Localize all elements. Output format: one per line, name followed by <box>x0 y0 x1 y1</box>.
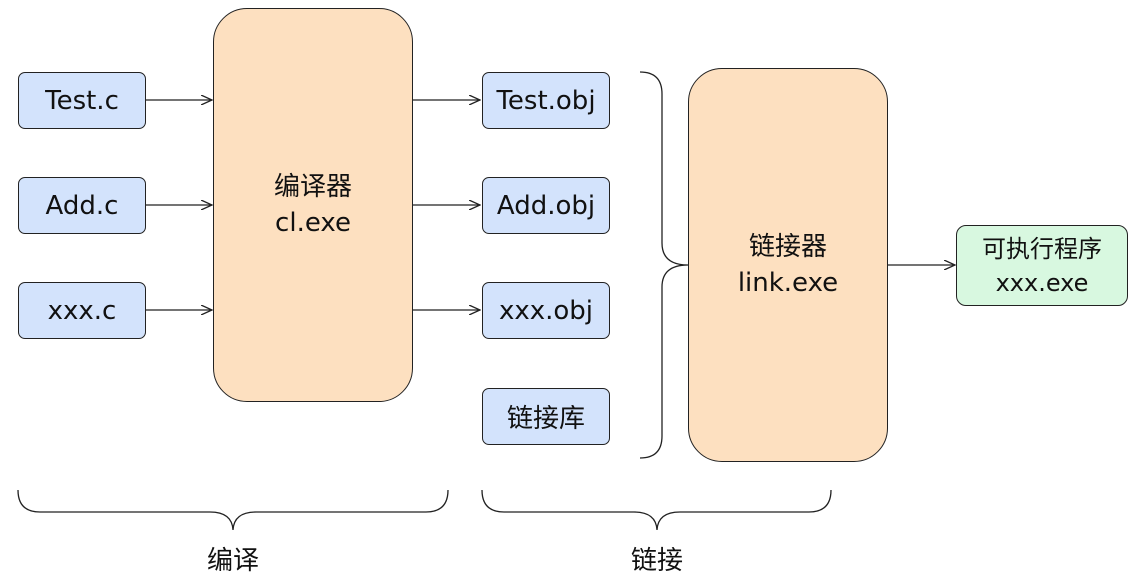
compiler-box: 编译器 cl.exe <box>213 8 413 402</box>
source-file-xxx-c: xxx.c <box>18 282 146 339</box>
linker-box: 链接器 link.exe <box>688 68 888 462</box>
compiler-name: 编译器 <box>273 172 352 202</box>
executable-output-box: 可执行程序 xxx.exe <box>956 225 1128 306</box>
source-file-label: Add.c <box>45 190 119 221</box>
link-library-box: 链接库 <box>482 388 610 445</box>
executable-exe: xxx.exe <box>995 268 1089 297</box>
source-file-label: xxx.c <box>47 295 117 326</box>
inputs-brace <box>639 71 689 459</box>
object-file-test-obj: Test.obj <box>482 72 610 129</box>
source-file-label: Test.c <box>45 85 119 116</box>
compile-stage-brace <box>17 489 449 531</box>
compile-stage-label: 编译 <box>206 546 259 576</box>
object-file-label: Add.obj <box>496 190 596 221</box>
link-stage-label: 链接 <box>630 546 683 576</box>
source-file-add-c: Add.c <box>18 177 146 234</box>
object-file-add-obj: Add.obj <box>482 177 610 234</box>
object-file-xxx-obj: xxx.obj <box>482 282 610 339</box>
executable-name: 可执行程序 <box>982 234 1102 263</box>
link-library-label: 链接库 <box>506 404 585 434</box>
source-file-test-c: Test.c <box>18 72 146 129</box>
linker-name: 链接器 <box>748 232 827 262</box>
linker-exe: link.exe <box>737 268 839 298</box>
object-file-label: Test.obj <box>496 85 596 116</box>
compiler-exe: cl.exe <box>275 208 351 238</box>
object-file-label: xxx.obj <box>498 295 594 326</box>
link-stage-brace <box>481 489 832 531</box>
